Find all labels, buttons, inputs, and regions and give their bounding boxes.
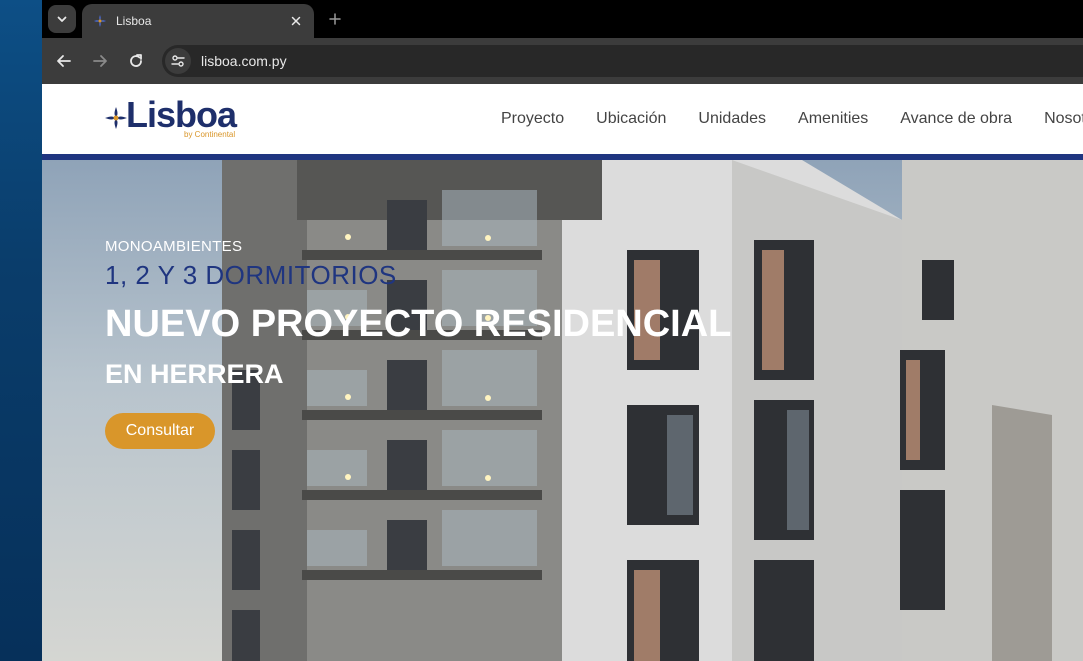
reload-icon [130,54,142,67]
hero-location: EN HERRERA [105,359,284,389]
hero-kicker: MONOAMBIENTES [105,238,243,255]
forward-button[interactable] [88,49,112,73]
arrow-right-icon [93,55,107,67]
lisboa-favicon-icon [92,13,108,29]
nav-nosotros[interactable]: Nosotros [1044,110,1083,128]
desktop-background [0,0,42,661]
main-nav: Proyecto Ubicación Unidades Amenities Av… [501,110,1083,128]
hero-section: MONOAMBIENTES 1, 2 Y 3 DORMITORIOS NUEVO… [42,160,1083,661]
nav-ubicacion[interactable]: Ubicación [596,110,666,128]
hero-headline: NUEVO PROYECTO RESIDENCIAL [105,303,732,345]
reload-button[interactable] [124,49,148,73]
address-bar[interactable]: lisboa.com.py [162,45,1083,77]
tab-strip: Lisboa [42,0,1083,38]
site-info-button[interactable] [165,48,191,74]
site-header: Lisboa by Continental Proyecto Ubicación… [42,84,1083,154]
tab-search-button[interactable] [48,5,76,33]
nav-proyecto[interactable]: Proyecto [501,110,564,128]
chevron-down-icon [57,16,67,22]
browser-window: Lisboa lisboa.com.py Lisboa by Continent… [42,0,1083,661]
browser-tab[interactable]: Lisboa [82,4,314,38]
nav-unidades[interactable]: Unidades [698,110,766,128]
lisboa-logo[interactable]: Lisboa by Continental [104,94,244,142]
logo-subtext: by Continental [184,130,236,139]
tune-icon [171,55,185,67]
arrow-left-icon [57,55,71,67]
hero-subtitle: 1, 2 Y 3 DORMITORIOS [105,260,397,290]
nav-avance-de-obra[interactable]: Avance de obra [900,110,1012,128]
plus-icon [329,13,341,25]
back-button[interactable] [52,49,76,73]
tab-title: Lisboa [116,14,152,28]
tab-close-icon[interactable] [288,13,304,29]
url-text: lisboa.com.py [201,53,287,69]
consultar-button[interactable]: Consultar [105,413,215,449]
building-illustration [222,160,1083,661]
new-tab-button[interactable] [325,9,345,29]
lisboa-flower-icon [105,107,127,129]
browser-toolbar: lisboa.com.py [42,38,1083,84]
nav-amenities[interactable]: Amenities [798,110,868,128]
